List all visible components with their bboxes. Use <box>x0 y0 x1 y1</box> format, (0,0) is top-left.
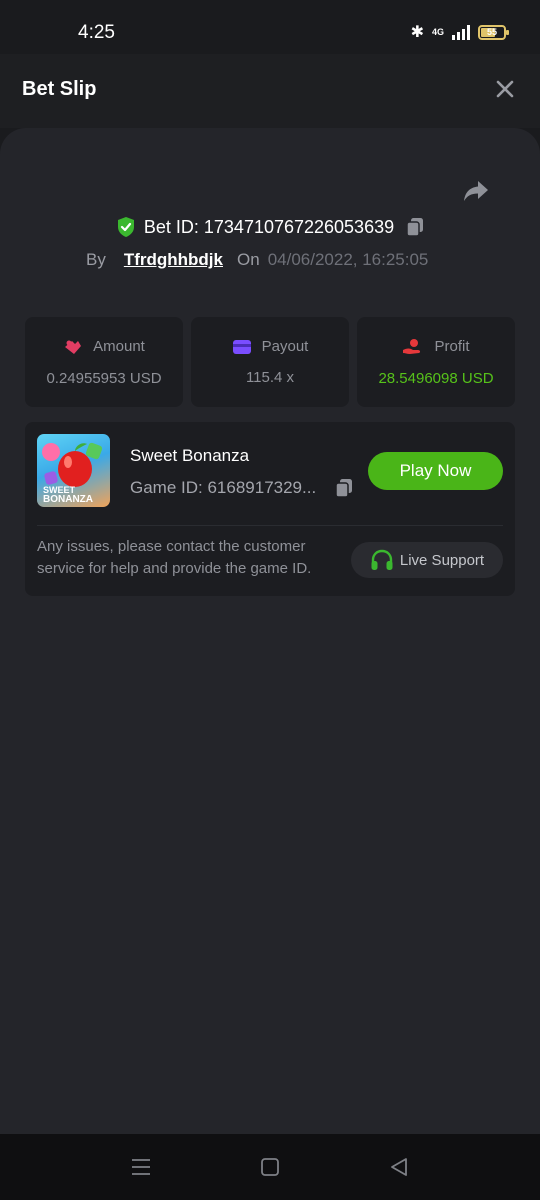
support-help-text: Any issues, please contact the customer … <box>37 538 312 577</box>
svg-text:BONANZA: BONANZA <box>43 494 93 505</box>
bet-datetime: 04/06/2022, 16:25:05 <box>267 250 429 269</box>
bet-stats: Amount 0.24955953 USD Payout 115.4 x Pro… <box>25 317 515 407</box>
network-type: 4G <box>431 26 444 37</box>
stat-payout-label: Payout <box>261 338 309 355</box>
headset-icon <box>371 549 393 570</box>
stat-amount-label: Amount <box>93 338 145 355</box>
live-support-label: Live Support <box>399 551 485 569</box>
stat-amount-value: 0.24955953 USD <box>46 369 162 387</box>
stat-profit: Profit 28.5496098 USD <box>357 317 515 407</box>
sweet-bonanza-logo: SWEET BONANZA <box>42 442 103 505</box>
back-icon[interactable] <box>388 1156 410 1178</box>
game-card: SWEET BONANZA Sweet Bonanza Game ID: 616… <box>25 422 515 596</box>
battery-level: 55 <box>486 27 497 37</box>
status-icons: ✱ 4G 55 <box>410 22 509 42</box>
game-thumbnail[interactable]: SWEET BONANZA <box>37 434 110 507</box>
system-nav-bar <box>0 1134 540 1200</box>
divider <box>37 525 503 526</box>
copy-game-id-icon[interactable] <box>335 478 353 498</box>
page-title: Bet Slip <box>22 78 97 100</box>
header: Bet Slip <box>0 54 540 128</box>
signal-icon <box>452 24 470 40</box>
play-now-button[interactable]: Play Now <box>368 452 503 490</box>
copy-bet-id-icon[interactable] <box>406 217 424 237</box>
close-icon[interactable] <box>494 78 516 100</box>
stat-payout-value: 115.4 x <box>245 369 295 386</box>
amount-icon <box>65 340 82 354</box>
share-icon[interactable] <box>462 178 490 204</box>
by-label: By <box>86 250 106 269</box>
stat-profit-value: 28.5496098 USD <box>378 369 494 387</box>
live-support-button[interactable]: Live Support <box>351 542 503 578</box>
bluetooth-icon: ✱ <box>410 24 424 41</box>
recent-apps-icon[interactable] <box>130 1156 152 1178</box>
bet-id: Bet ID: 1734710767226053639 <box>143 216 395 237</box>
game-id: Game ID: 6168917329... <box>130 478 317 497</box>
battery-icon: 55 <box>478 24 509 40</box>
shield-check-icon <box>117 217 134 237</box>
bet-author-row: By Tfrdghhbdjk On 04/06/2022, 16:25:05 <box>86 250 428 270</box>
bet-id-row: Bet ID: 1734710767226053639 <box>0 216 540 238</box>
stat-profit-label: Profit <box>434 338 470 355</box>
status-bar: 4:25 ✱ 4G 55 <box>0 0 540 54</box>
username-link[interactable]: Tfrdghhbdjk <box>124 250 223 270</box>
bet-slip-sheet: Bet ID: 1734710767226053639 By Tfrdghhbd… <box>0 128 540 1134</box>
game-name: Sweet Bonanza <box>130 446 250 465</box>
stat-amount: Amount 0.24955953 USD <box>25 317 183 407</box>
stat-payout: Payout 115.4 x <box>191 317 349 407</box>
status-time: 4:25 <box>78 22 115 43</box>
profit-icon <box>403 338 421 354</box>
on-label: On <box>237 250 260 269</box>
payout-card-icon <box>232 339 251 354</box>
home-icon[interactable] <box>259 1156 281 1178</box>
